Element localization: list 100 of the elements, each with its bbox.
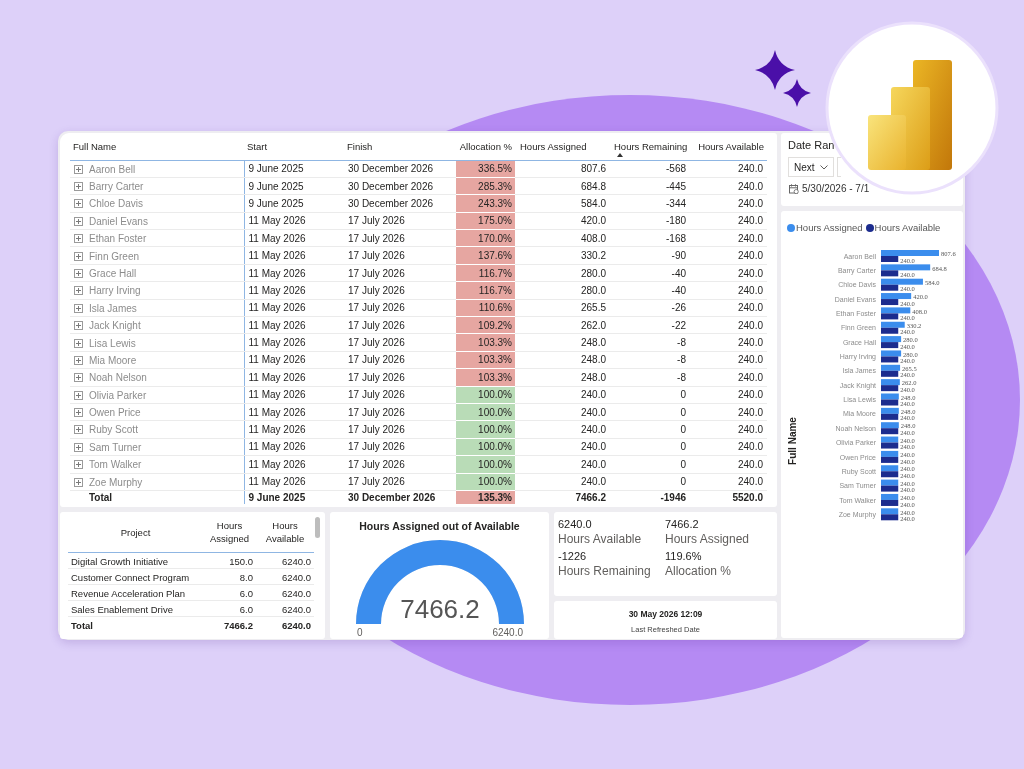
plus-box-icon[interactable] <box>74 373 83 383</box>
person-name: Daniel Evans <box>89 215 148 227</box>
table-cell: -40 <box>610 281 690 300</box>
table-cell: 248.0 <box>515 333 610 352</box>
column-header[interactable]: Hours Available <box>256 515 314 552</box>
plus-box-icon[interactable] <box>74 303 83 313</box>
kpi-label: Hours Assigned <box>665 532 750 546</box>
calendar-icon[interactable] <box>789 183 799 194</box>
table-cell: 11 May 2026 <box>244 420 344 439</box>
column-header[interactable]: Allocation % <box>456 137 515 160</box>
table-cell: 0 <box>610 438 690 456</box>
plus-box-icon[interactable] <box>74 477 83 487</box>
plus-box-icon[interactable] <box>74 425 83 435</box>
plus-box-icon[interactable] <box>74 460 83 470</box>
table-cell: 11 May 2026 <box>244 438 344 456</box>
table-cell: Revenue Acceleration Plan <box>68 584 203 600</box>
plus-box-icon[interactable] <box>74 199 83 209</box>
table-cell: 11 May 2026 <box>244 299 344 317</box>
table-cell: 408.0 <box>515 229 610 247</box>
plus-box-icon[interactable] <box>74 268 83 278</box>
kpi-label: Allocation % <box>665 564 732 578</box>
table-cell: 240.0 <box>690 368 767 387</box>
gauge-value: 7466.2 <box>400 594 480 624</box>
table-cell: 11 May 2026 <box>244 403 344 421</box>
table-cell: 684.8 <box>515 177 610 195</box>
table-cell: -445 <box>610 177 690 195</box>
column-header[interactable]: Start <box>244 137 344 160</box>
plus-box-icon[interactable] <box>74 251 83 261</box>
plus-box-icon[interactable] <box>74 321 83 331</box>
table-cell: 11 May 2026 <box>244 386 344 404</box>
person-name: Jack Knight <box>89 320 141 332</box>
table-cell: 9 June 2025 <box>244 490 344 505</box>
table-cell: 0 <box>610 403 690 421</box>
dropdown[interactable]: Next <box>788 157 834 177</box>
table-cell: 8.0 <box>203 568 256 584</box>
scrollbar-thumb[interactable] <box>315 517 320 538</box>
table-cell: 584.0 <box>515 194 610 213</box>
gauge-title: Hours Assigned out of Available <box>359 520 520 532</box>
plus-box-icon[interactable] <box>74 408 83 418</box>
table-cell: 11 May 2026 <box>244 212 344 230</box>
column-header[interactable]: Project <box>68 515 203 552</box>
table-cell: 262.0 <box>515 316 610 334</box>
plus-box-icon[interactable] <box>74 355 83 365</box>
table-cell: 240.0 <box>515 386 610 404</box>
plus-box-icon[interactable] <box>74 216 83 226</box>
legend-label: Hours Assigned <box>796 222 863 233</box>
table-cell: 6.0 <box>203 600 256 616</box>
table-cell: 240.0 <box>690 194 767 213</box>
column-header[interactable]: Hours Assigned <box>203 515 256 552</box>
table-cell: 240.0 <box>690 299 767 317</box>
table-cell: 6.0 <box>203 584 256 600</box>
table-cell: Digital Growth Initiative <box>68 552 203 568</box>
table-cell: 240.0 <box>515 455 610 474</box>
table-cell: 240.0 <box>690 420 767 439</box>
column-header[interactable]: Full Name <box>70 137 244 160</box>
table-cell: 240.0 <box>690 264 767 282</box>
plus-box-icon[interactable] <box>74 164 83 174</box>
table-cell: 5520.0 <box>690 490 767 505</box>
person-name: Mia Moore <box>89 354 137 366</box>
table-cell: 807.6 <box>515 160 610 178</box>
table-cell: -168 <box>610 229 690 247</box>
table-cell: 9 June 2025 <box>244 160 344 178</box>
plus-box-icon[interactable] <box>74 338 83 348</box>
chevron-down-icon <box>820 164 828 170</box>
column-header[interactable]: Hours Available <box>690 137 767 160</box>
plus-box-icon[interactable] <box>74 442 83 452</box>
person-name: Tom Walker <box>89 459 142 471</box>
column-header[interactable]: Hours Remaining <box>610 137 690 160</box>
table-cell: 6240.0 <box>256 584 314 600</box>
table-cell: 6240.0 <box>256 600 314 616</box>
table-cell: -8 <box>610 368 690 387</box>
table-cell: 11 May 2026 <box>244 229 344 247</box>
table-cell: 9 June 2025 <box>244 177 344 195</box>
table-cell: 240.0 <box>690 160 767 178</box>
gauge-max-label: 6240.0 <box>492 627 523 638</box>
table-cell: 240.0 <box>690 316 767 334</box>
person-name: Chloe Davis <box>89 198 143 210</box>
plus-box-icon[interactable] <box>74 390 83 400</box>
table-cell: 240.0 <box>690 403 767 421</box>
column-header[interactable]: Finish <box>344 137 456 160</box>
refresh-date: 30 May 2026 12:09 <box>628 609 703 619</box>
column-header[interactable]: Hours Assigned <box>515 137 610 160</box>
plus-box-icon[interactable] <box>74 182 83 191</box>
table-cell: 240.0 <box>690 438 767 456</box>
table-cell: 240.0 <box>690 177 767 195</box>
table-cell: 150.0 <box>203 552 256 568</box>
table-cell: 248.0 <box>515 368 610 387</box>
table-cell: 11 May 2026 <box>244 455 344 474</box>
person-name: Lisa Lewis <box>89 337 136 349</box>
person-name: Aaron Bell <box>89 163 136 175</box>
person-name: Owen Price <box>89 407 141 419</box>
table-cell: 240.0 <box>690 212 767 230</box>
table-cell: 7466.2 <box>515 490 610 505</box>
table-cell: 11 May 2026 <box>244 246 344 265</box>
table-cell: 240.0 <box>515 403 610 421</box>
table-cell: 0 <box>610 455 690 474</box>
plus-box-icon[interactable] <box>74 234 83 244</box>
axis-title: Full Name <box>787 417 798 465</box>
plus-box-icon[interactable] <box>74 286 83 296</box>
input-field[interactable] <box>837 157 841 177</box>
